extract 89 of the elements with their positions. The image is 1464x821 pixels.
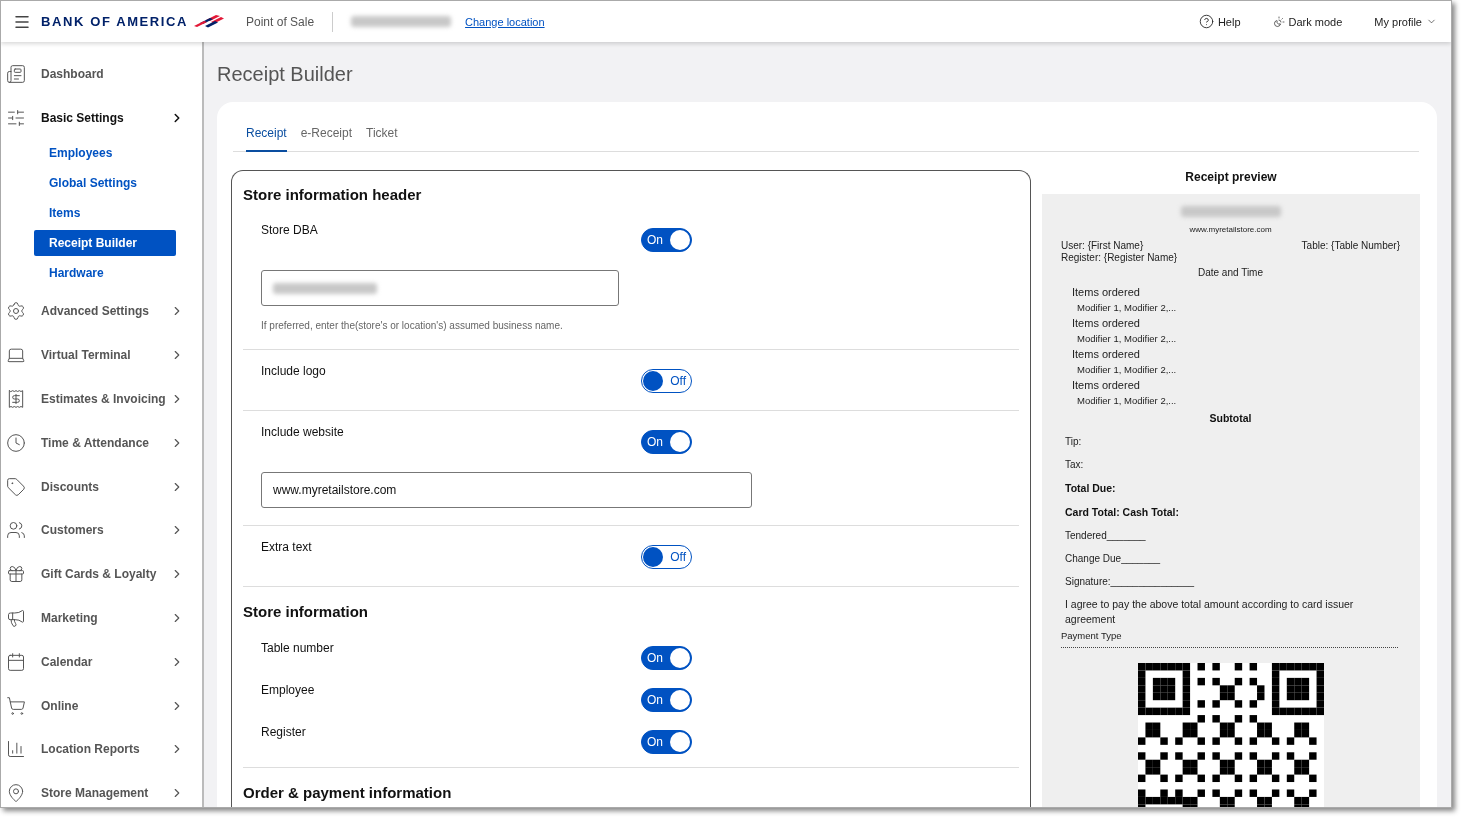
- sidebar-item[interactable]: Time & Attendance: [1, 421, 202, 465]
- setting-label: Include website: [261, 425, 345, 441]
- gift-icon: [6, 564, 26, 585]
- receipt-text: Tax:: [1064, 458, 1085, 471]
- sidebar-subitem[interactable]: Global Settings: [34, 169, 176, 196]
- receipt-text: Modifier 1, Modifier 2,...: [1076, 332, 1178, 346]
- toggle-switch[interactable]: On: [641, 430, 692, 454]
- receipt-icon: [6, 389, 26, 410]
- input-field[interactable]: www.myretailstore.com: [261, 472, 752, 508]
- help-icon: [1198, 14, 1214, 29]
- sidebar-item[interactable]: Advanced Settings: [1, 289, 202, 334]
- page-title: Receipt Builder: [217, 63, 354, 86]
- receipt-text: Items ordered: [1071, 378, 1141, 393]
- input-field[interactable]: [261, 270, 619, 306]
- receipt-text: Table: {Table Number}: [1301, 240, 1400, 251]
- sidebar-item[interactable]: Virtual Terminal: [1, 333, 202, 378]
- toggle-switch[interactable]: On: [641, 730, 692, 754]
- receipt-text: Items ordered: [1071, 347, 1141, 362]
- sidebar-item[interactable]: Customers: [1, 508, 202, 553]
- setting-label: Include logo: [261, 364, 327, 380]
- section-title: Order & payment information: [243, 784, 453, 802]
- receipt-text: I agree to pay the above total amount according to card issuer agreement: [1064, 597, 1355, 627]
- map-pin-icon: [6, 783, 26, 804]
- receipt-text: Signature:_______________: [1064, 575, 1195, 588]
- app-name: Point of Sale: [246, 14, 315, 29]
- brand-logo-text: BANK OF AMERICA: [41, 14, 188, 29]
- receipt-text: Tip:: [1064, 435, 1083, 448]
- clock-icon: [6, 432, 26, 453]
- help-button[interactable]: Help: [1198, 14, 1241, 29]
- toggle-switch[interactable]: Off: [641, 545, 692, 569]
- megaphone-icon: [6, 608, 26, 629]
- tab[interactable]: e-Receipt: [300, 118, 353, 152]
- section-title: Store information: [243, 603, 369, 621]
- calendar-icon: [6, 651, 26, 672]
- tag-icon: [6, 476, 26, 497]
- receipt-text: www.myretailstore.com: [1188, 224, 1273, 236]
- change-location-link[interactable]: Change location: [465, 15, 545, 28]
- sidebar-subitem[interactable]: Items: [34, 199, 176, 226]
- tab[interactable]: Receipt: [246, 118, 287, 152]
- setting-label: Table number: [261, 641, 335, 657]
- receipt-text: Modifier 1, Modifier 2,...: [1076, 363, 1178, 377]
- helper-text: If preferred, enter the(store's or location's) assumed business name.: [261, 320, 564, 332]
- receipt-text: Modifier 1, Modifier 2,...: [1076, 301, 1178, 315]
- receipt-text: Tendered_______: [1064, 529, 1147, 542]
- users-icon: [6, 520, 26, 541]
- sidebar-item[interactable]: Basic Settings: [1, 95, 202, 140]
- receipt-text: Items ordered: [1071, 285, 1141, 300]
- sliders-icon: [6, 107, 26, 128]
- receipt-text: Register: {Register Name}: [1061, 251, 1179, 264]
- receipt-text: Subtotal: [1208, 412, 1253, 425]
- receipt-text: Date and Time: [1196, 266, 1264, 279]
- sidebar-item[interactable]: Online: [1, 683, 202, 728]
- sidebar-item[interactable]: Location Reports: [1, 727, 202, 772]
- toggle-switch[interactable]: On: [641, 646, 692, 670]
- toggle-switch[interactable]: Off: [641, 369, 692, 393]
- receipt-text: Card Total: Cash Total:: [1064, 506, 1180, 519]
- bar-chart-icon: [6, 739, 26, 760]
- receipt-text: Items ordered: [1071, 316, 1141, 331]
- flag-logo-icon: [192, 14, 224, 29]
- sidebar-item[interactable]: Dashboard: [1, 52, 202, 96]
- sidebar-item[interactable]: Calendar: [1, 639, 202, 684]
- dashboard-icon: [6, 63, 26, 84]
- settings-icon: [6, 301, 26, 322]
- setting-label: Register: [261, 725, 307, 741]
- tab[interactable]: Ticket: [366, 118, 398, 152]
- preview-title: Receipt preview: [1184, 170, 1278, 184]
- sun-moon-icon: [1272, 15, 1285, 28]
- sidebar-item[interactable]: Discounts: [1, 464, 202, 509]
- receipt-text: User: {First Name}: [1061, 240, 1144, 251]
- cart-icon: [6, 695, 26, 716]
- setting-label: Extra text: [261, 540, 313, 556]
- section-title: Store information header: [243, 186, 423, 204]
- sidebar-item[interactable]: Store Management: [1, 771, 202, 807]
- toggle-switch[interactable]: On: [641, 228, 692, 252]
- sidebar-item[interactable]: Gift Cards & Loyalty: [1, 552, 202, 597]
- receipt-text: Total Due:: [1064, 482, 1117, 495]
- sidebar-subitem[interactable]: Receipt Builder: [34, 229, 176, 256]
- profile-menu[interactable]: My profile: [1374, 15, 1437, 28]
- receipt-text: Change Due_______: [1064, 552, 1162, 565]
- toggle-switch[interactable]: On: [641, 688, 692, 712]
- receipt-text: Payment Type: [1061, 629, 1123, 642]
- setting-label: Employee: [261, 683, 316, 699]
- sidebar-subitem[interactable]: Employees: [34, 139, 176, 166]
- sidebar-subitem[interactable]: Hardware: [34, 259, 176, 286]
- sidebar-item[interactable]: Marketing: [1, 596, 202, 640]
- receipt-text: Modifier 1, Modifier 2,...: [1076, 394, 1178, 408]
- setting-label: Store DBA: [261, 223, 319, 239]
- dark-mode-button[interactable]: Dark mode: [1272, 15, 1343, 28]
- sidebar-item[interactable]: Estimates & Invoicing: [1, 377, 202, 421]
